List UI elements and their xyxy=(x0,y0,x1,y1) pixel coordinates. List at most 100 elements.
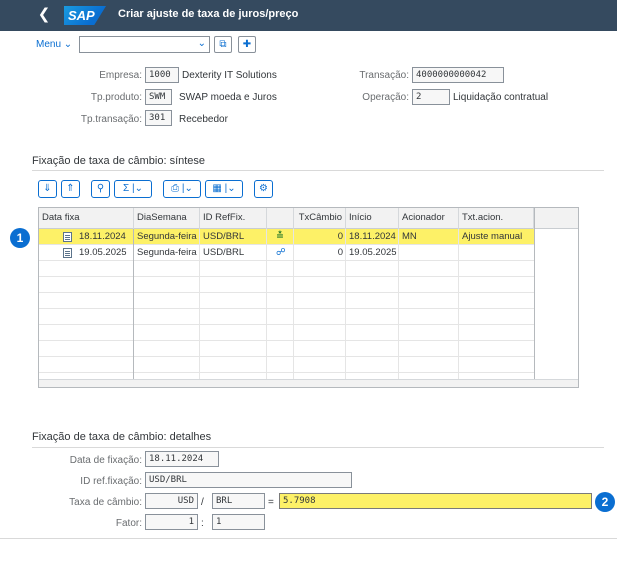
footer-divider xyxy=(0,538,617,539)
document-icon xyxy=(63,248,72,258)
tp-transacao-desc: Recebedor xyxy=(179,114,228,125)
to-currency-field[interactable]: BRL xyxy=(212,493,265,509)
details-title: Fixação de taxa de câmbio: detalhes xyxy=(32,431,212,443)
data-fixacao-label: Data de fixação: xyxy=(69,455,142,466)
sum-icon: Σ |⌄ xyxy=(123,183,143,194)
table-header: Data fixa DiaSemana ID RefFix. TxCâmbio … xyxy=(39,208,578,229)
cell-id-reffix: USD/BRL xyxy=(203,231,245,242)
back-arrow-icon[interactable]: ❮ xyxy=(36,6,52,24)
section-divider xyxy=(32,447,604,448)
taxa-cambio-label: Taxa de câmbio: xyxy=(69,497,142,508)
cell-acionador: MN xyxy=(402,231,417,242)
edit-icon[interactable]: ≛ xyxy=(273,229,291,245)
col-data-fixa[interactable]: Data fixa xyxy=(39,208,134,229)
data-fixacao-field[interactable]: 18.11.2024 xyxy=(145,451,219,467)
document-icon xyxy=(63,232,72,242)
fator-separator: : xyxy=(201,518,204,529)
col-dia-semana[interactable]: DiaSemana xyxy=(134,208,200,229)
collapse-all-button[interactable]: ⇑ xyxy=(61,180,80,198)
tp-produto-desc: SWAP moeda e Juros xyxy=(179,92,277,103)
col-txt-acion[interactable]: Txt.acion. xyxy=(459,208,534,229)
shell-bar: ❮ SAP Criar ajuste de taxa de juros/preç… xyxy=(0,0,617,31)
tp-produto-field[interactable]: SWM xyxy=(145,89,172,105)
exchange-rate-field[interactable]: 5.7908 xyxy=(279,493,592,509)
table-row[interactable]: 18.11.2024 Segunda-feira USD/BRL ≛ 0 18.… xyxy=(39,229,534,245)
operacao-label: Operação: xyxy=(362,92,409,103)
page-title: Criar ajuste de taxa de juros/preço xyxy=(118,8,299,20)
layout-button[interactable]: ▦ |⌄ xyxy=(205,180,243,198)
step-badge-2: 2 xyxy=(595,492,615,512)
synopsis-title: Fixação de taxa de câmbio: síntese xyxy=(32,155,206,167)
col-tx-cambio[interactable]: TxCâmbio xyxy=(294,208,346,229)
create-button[interactable]: ✚ xyxy=(238,36,256,53)
tp-produto-label: Tp.produto: xyxy=(90,92,142,103)
horizontal-scrollbar[interactable] xyxy=(39,379,578,387)
column-divider xyxy=(398,229,399,379)
column-divider xyxy=(266,229,267,379)
print-button[interactable]: ⎙ |⌄ xyxy=(163,180,201,198)
column-divider xyxy=(458,229,459,379)
grid-layout-icon: ▦ |⌄ xyxy=(212,183,236,194)
cell-txt-acion xyxy=(459,245,534,261)
empresa-desc: Dexterity IT Solutions xyxy=(182,70,277,81)
unlock-icon[interactable]: ☍ xyxy=(273,245,291,261)
col-id-reffix[interactable]: ID RefFix. xyxy=(200,208,267,229)
tp-transacao-label: Tp.transação: xyxy=(80,114,142,125)
search-icon: ⚲ xyxy=(96,183,105,194)
table-row xyxy=(39,357,534,373)
add-document-icon: ✚ xyxy=(242,39,252,50)
chevron-down-icon: ⌄ xyxy=(63,39,73,50)
cell-txt-acion: Ajuste manual xyxy=(462,231,523,242)
table-row xyxy=(39,309,534,325)
operacao-desc: Liquidação contratual xyxy=(453,92,549,103)
from-currency-field[interactable]: USD xyxy=(145,493,198,509)
fator-from-field[interactable]: 1 xyxy=(145,514,198,530)
transacao-label: Transação: xyxy=(359,70,409,81)
section-divider xyxy=(32,170,604,171)
col-acionador[interactable]: Acionador xyxy=(399,208,459,229)
table-row xyxy=(39,261,534,277)
operacao-field[interactable]: 2 xyxy=(412,89,450,105)
command-dropdown[interactable]: ⌄ xyxy=(79,36,210,53)
cell-tx-cambio: 0 xyxy=(337,231,343,242)
column-divider xyxy=(293,229,294,379)
expand-all-button[interactable]: ⇓ xyxy=(38,180,57,198)
table-row xyxy=(39,325,534,341)
fixation-table: Data fixa DiaSemana ID RefFix. TxCâmbio … xyxy=(38,207,579,388)
chevron-down-icon: ⌄ xyxy=(197,38,206,49)
cell-dia-semana: Segunda-feira xyxy=(137,247,197,258)
transacao-field[interactable]: 4000000000042 xyxy=(412,67,504,83)
save-layout-button[interactable]: ⧉ xyxy=(214,36,232,53)
double-chevron-down-icon: ⇓ xyxy=(43,183,52,194)
find-button[interactable]: ⚲ xyxy=(91,180,110,198)
fator-to-field[interactable]: 1 xyxy=(212,514,265,530)
currency-separator: / xyxy=(201,497,204,508)
column-divider xyxy=(199,229,200,379)
hierarchy-button[interactable]: ⚙ xyxy=(254,180,273,198)
cell-inicio: 18.11.2024 xyxy=(349,231,396,242)
copy-icon: ⧉ xyxy=(219,39,227,50)
cell-id-reffix: USD/BRL xyxy=(203,247,245,258)
table-row[interactable]: 19.05.2025 Segunda-feira USD/BRL ☍ 0 19.… xyxy=(39,245,534,261)
cell-data-fixa: 19.05.2025 xyxy=(79,247,127,258)
col-inicio[interactable]: Início xyxy=(346,208,399,229)
hierarchy-icon: ⚙ xyxy=(259,183,268,194)
table-row xyxy=(39,277,534,293)
id-ref-fixacao-label: ID ref.fixação: xyxy=(80,476,142,487)
col-status[interactable] xyxy=(267,208,294,229)
sum-button[interactable]: Σ |⌄ xyxy=(114,180,152,198)
tp-transacao-field[interactable]: 301 xyxy=(145,110,172,126)
sap-logo: SAP xyxy=(64,6,106,25)
column-divider xyxy=(534,208,535,379)
column-divider xyxy=(345,229,346,379)
menu-label: Menu xyxy=(36,39,62,50)
cell-data-fixa: 18.11.2024 xyxy=(79,231,126,242)
id-ref-fixacao-field[interactable]: USD/BRL xyxy=(145,472,352,488)
double-chevron-up-icon: ⇑ xyxy=(66,183,75,194)
empresa-field[interactable]: 1000 xyxy=(145,67,179,83)
empresa-label: Empresa: xyxy=(99,70,142,81)
equals-sign: = xyxy=(268,497,274,508)
table-row xyxy=(39,293,534,309)
cell-acionador xyxy=(399,245,459,261)
menu-button[interactable]: Menu ⌄ xyxy=(36,39,72,50)
